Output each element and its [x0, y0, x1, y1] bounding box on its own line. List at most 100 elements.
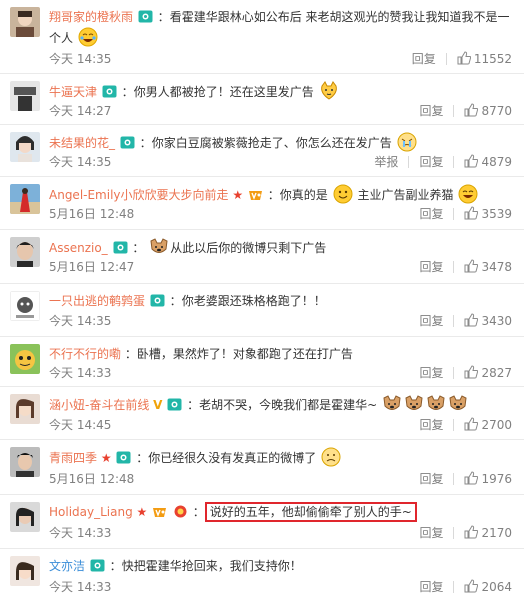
like-count: 8770: [481, 104, 512, 119]
divider: [453, 526, 455, 539]
reply-button[interactable]: 回复: [419, 524, 443, 541]
like-button[interactable]: 2064: [464, 579, 512, 594]
thumbs-up-icon: [464, 154, 479, 168]
thumbs-up-icon: [464, 313, 479, 327]
comment-content: 从此以后你的微博只剩下广告: [170, 241, 327, 255]
username[interactable]: 涵小妞-奋斗在前线: [49, 398, 149, 412]
comment-body: 不行不行的嘞 ：卧槽，果然炸了！对象都跑了还在打广告: [49, 344, 518, 364]
like-count: 2170: [481, 526, 512, 541]
reply-button[interactable]: 回复: [419, 205, 443, 222]
reply-button[interactable]: 回复: [419, 258, 443, 275]
vip-badge-icon[interactable]: [152, 505, 167, 518]
like-button[interactable]: 1976: [464, 471, 512, 487]
reply-button[interactable]: 回复: [419, 102, 443, 119]
comment-item: 青雨四季 ★ ：你已经很久没有发真正的微博了 5月16日 12:48 回复 197…: [0, 440, 524, 495]
avatar[interactable]: [10, 447, 40, 477]
avatar[interactable]: [10, 7, 40, 37]
divider: [453, 366, 455, 379]
red-badge-icon[interactable]: [173, 505, 188, 518]
crying-emoji-icon: [397, 132, 417, 152]
like-button[interactable]: 3430: [464, 313, 512, 328]
like-button[interactable]: 2827: [464, 365, 512, 381]
star-icon: ★: [100, 451, 112, 465]
comment-text: 牛逼天津 ：你男人都被抢了！还在这里发广告: [49, 81, 518, 102]
like-button[interactable]: 3478: [464, 259, 512, 275]
thumbs-up-icon: [464, 417, 479, 431]
comment-actions: 回复 11552: [412, 50, 512, 67]
divider: [453, 418, 455, 431]
avatar[interactable]: [10, 291, 40, 321]
like-button[interactable]: 2700: [464, 417, 512, 433]
like-button[interactable]: 3539: [464, 206, 512, 222]
reply-button[interactable]: 回复: [412, 50, 436, 67]
reply-button[interactable]: 回复: [419, 470, 443, 487]
username[interactable]: 文亦洁: [49, 559, 85, 573]
dog-emoji-icon: [383, 395, 401, 410]
comment-actions: 回复 2700: [419, 416, 512, 433]
separator: ：: [192, 505, 205, 519]
reply-button[interactable]: 回复: [419, 153, 443, 170]
reply-button[interactable]: 回复: [419, 578, 443, 595]
avatar[interactable]: [10, 394, 40, 424]
like-button[interactable]: 4879: [464, 154, 512, 169]
comment-text: 一只出逃的鹌鹑蛋 ：你老婆跟还珠格格跑了！！: [49, 291, 518, 311]
dog-emoji-icon: [405, 395, 423, 410]
like-count: 1976: [481, 472, 512, 487]
username[interactable]: Assenzio_: [49, 241, 108, 255]
smile-emoji-icon: [333, 184, 353, 204]
username[interactable]: 牛逼天津: [49, 85, 97, 99]
username[interactable]: 未结果的花_: [49, 136, 115, 150]
vip-badge-icon[interactable]: [248, 188, 263, 201]
avatar[interactable]: [10, 237, 40, 267]
member-badge-icon[interactable]: [113, 241, 128, 254]
like-count: 2700: [481, 418, 512, 433]
reply-button[interactable]: 回复: [419, 416, 443, 433]
like-count: 3539: [481, 207, 512, 222]
avatar[interactable]: [10, 184, 40, 214]
like-button[interactable]: 2170: [464, 525, 512, 541]
reply-button[interactable]: 回复: [419, 312, 443, 329]
like-count: 2827: [481, 366, 512, 381]
username[interactable]: 不行不行的嘞: [49, 347, 121, 361]
username[interactable]: 翔哥家的橙秋雨: [49, 10, 133, 24]
username[interactable]: Holiday_Liang: [49, 505, 133, 519]
thumbs-up-icon: [464, 259, 479, 273]
member-badge-icon[interactable]: [116, 451, 131, 464]
verified-v-icon: V: [153, 398, 163, 412]
member-badge-icon[interactable]: [150, 294, 165, 307]
username[interactable]: 一只出逃的鹌鹑蛋: [49, 294, 145, 308]
comment-content: 看霍建华跟林心如公布后 来老胡这观光的赞我让我知道我不是一: [169, 10, 510, 24]
avatar[interactable]: [10, 132, 40, 162]
avatar[interactable]: [10, 344, 40, 374]
avatar[interactable]: [10, 81, 40, 111]
avatar[interactable]: [10, 502, 40, 532]
comment-content-cont: 主业广告副业养猫: [357, 188, 454, 202]
avatar[interactable]: [10, 556, 40, 586]
member-badge-icon[interactable]: [120, 136, 135, 149]
like-count: 3478: [481, 260, 512, 275]
reply-button[interactable]: 回复: [419, 364, 443, 381]
comment-content: 你男人都被抢了！还在这里发广告: [133, 85, 314, 99]
username[interactable]: 青雨四季: [49, 451, 97, 465]
dog-emoji-icon: [449, 395, 467, 410]
like-button[interactable]: 11552: [457, 51, 512, 67]
timestamp: 今天 14:35: [49, 52, 112, 66]
member-badge-icon[interactable]: [102, 85, 117, 98]
member-badge-icon[interactable]: [138, 10, 153, 23]
like-button[interactable]: 8770: [464, 103, 512, 119]
timestamp: 今天 14:45: [49, 418, 112, 432]
report-button[interactable]: 举报: [374, 153, 398, 170]
member-badge-icon[interactable]: [90, 559, 105, 572]
username[interactable]: Angel-Emily小欣欣要大步向前走: [49, 188, 229, 202]
thumbs-up-icon: [464, 525, 479, 539]
comment-text: 文亦洁 ：快把霍建华抢回来，我们支持你！: [49, 556, 518, 576]
divider: [453, 580, 455, 593]
member-badge-icon[interactable]: [167, 398, 182, 411]
comment-text: 青雨四季 ★ ：你已经很久没有发真正的微博了: [49, 447, 518, 468]
thumbs-up-icon: [464, 206, 479, 220]
comment-body: 青雨四季 ★ ：你已经很久没有发真正的微博了: [49, 447, 518, 468]
timestamp: 今天 14:27: [49, 104, 112, 118]
comment-body: 一只出逃的鹌鹑蛋 ：你老婆跟还珠格格跑了！！: [49, 291, 518, 311]
like-count: 11552: [473, 52, 512, 67]
separator: ：: [139, 136, 152, 150]
